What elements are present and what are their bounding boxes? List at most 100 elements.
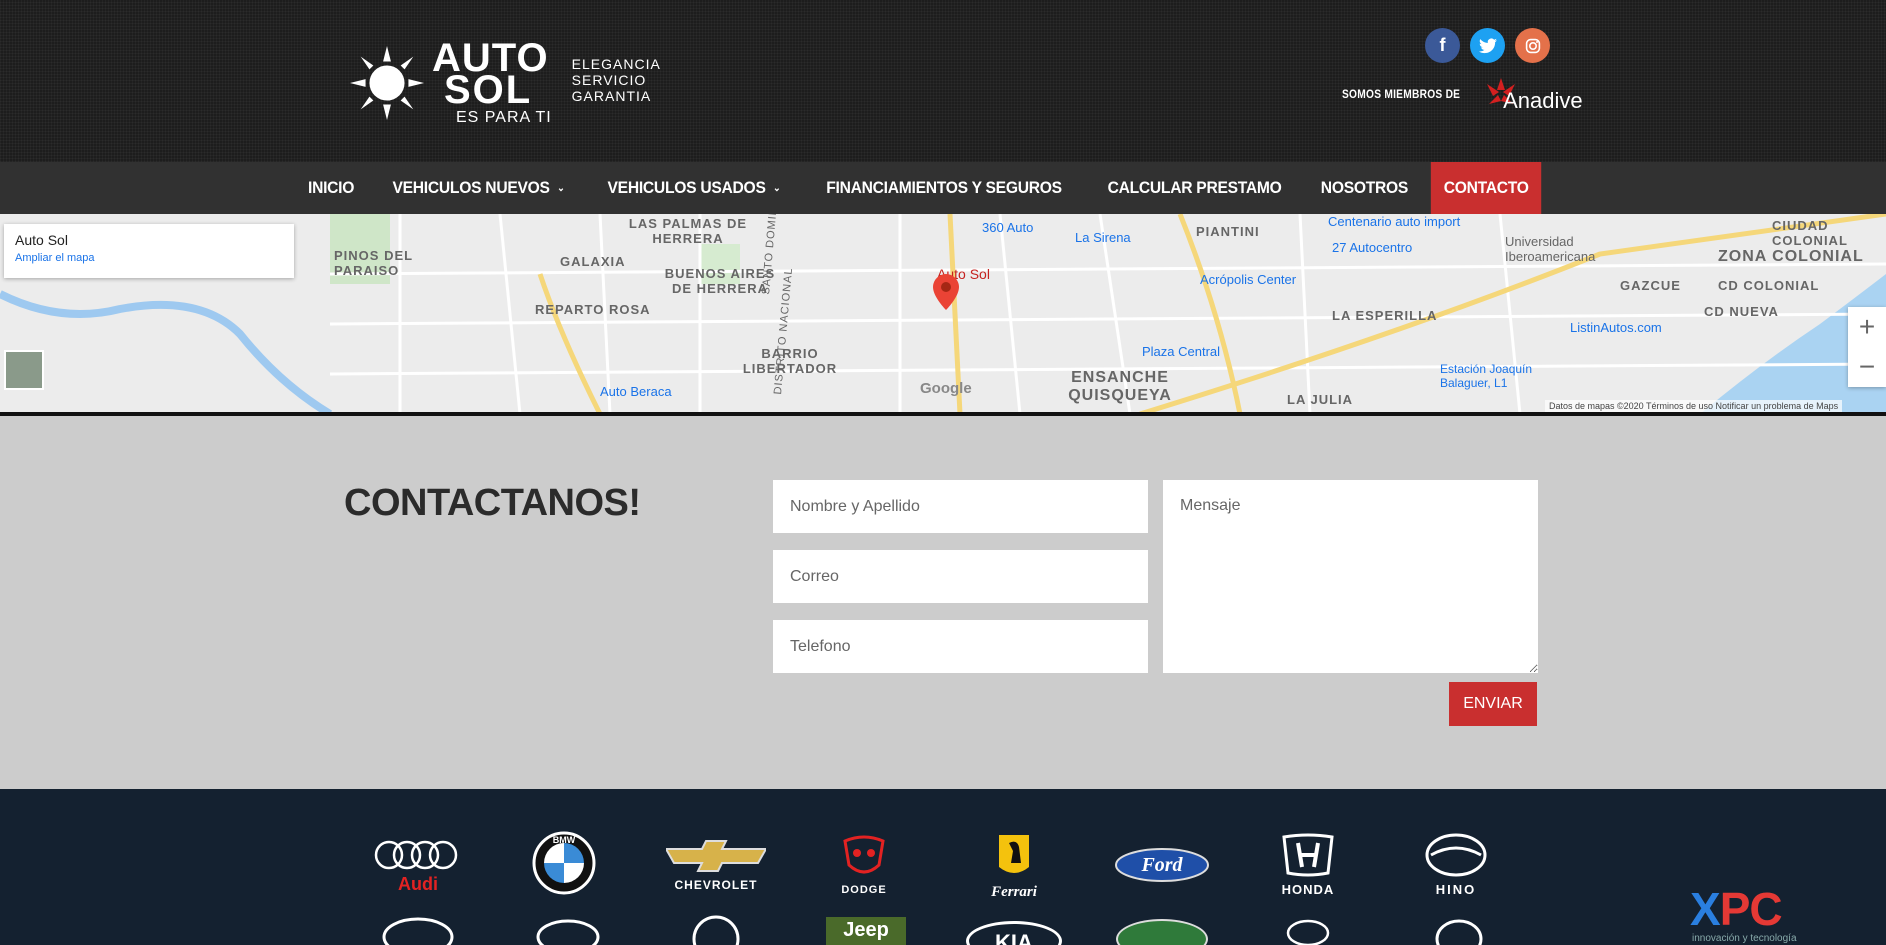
map-label: GAZCUE: [1620, 278, 1681, 293]
map-poi: Centenario auto import: [1328, 214, 1461, 229]
map-poi: Auto Beraca: [600, 384, 672, 399]
google-map[interactable]: BUENOS AIRES DE HERRERA GALAXIA REPARTO …: [0, 214, 1886, 414]
brand-wordmark: AUTO SOL ES PARA TI: [432, 38, 552, 127]
map-label: CD NUEVA: [1704, 304, 1779, 319]
map-label: CD COLONIAL: [1718, 278, 1820, 293]
submit-button[interactable]: ENVIAR: [1449, 682, 1537, 726]
hyundai-h-icon: [382, 917, 454, 945]
map-label: LA ESPERILLA: [1332, 308, 1438, 323]
members-text: SOMOS MIEMBROS DE: [1342, 87, 1461, 101]
ford-logo[interactable]: Ford: [1114, 847, 1210, 888]
nav-vehiculos-nuevos-label: VEHICULOS NUEVOS: [392, 178, 550, 197]
nav-nosotros[interactable]: NOSOTROS: [1308, 162, 1421, 214]
map-poi: Universidad Iberoamericana: [1505, 234, 1596, 264]
map-poi: 360 Auto: [982, 220, 1034, 235]
audi-rings-icon: [374, 840, 458, 870]
ford-name: Ford: [1141, 854, 1183, 876]
audi-name: Audi: [398, 874, 438, 894]
jeep-name: Jeep: [843, 919, 889, 941]
contact-title: CONTACTANOS!: [344, 482, 641, 524]
map-label: PINOS DEL PARAISO: [334, 248, 413, 278]
satellite-toggle[interactable]: [4, 350, 44, 390]
nav-vehiculos-usados[interactable]: VEHICULOS USADOS ⌄: [594, 162, 793, 214]
dodge-name: DODGE: [841, 884, 887, 896]
enlarge-map-link[interactable]: Ampliar el mapa: [15, 252, 283, 264]
map-poi: 27 Autocentro: [1332, 240, 1413, 255]
ferrari-horse-icon: [999, 835, 1029, 873]
lexus-l-icon: [1286, 919, 1330, 945]
chevrolet-bowtie-icon: [664, 840, 768, 872]
mazda-logo[interactable]: [1434, 915, 1484, 945]
zoom-out-button[interactable]: −: [1848, 347, 1886, 387]
anadive-name: Anadive: [1503, 88, 1583, 113]
nav-inicio[interactable]: INICIO: [296, 162, 368, 214]
kia-logo[interactable]: KIA: [966, 921, 1062, 945]
map-place-title: Auto Sol: [15, 232, 68, 248]
map-label: ENSANCHE QUISQUEYA: [1068, 369, 1172, 404]
name-input[interactable]: [773, 480, 1148, 533]
instagram-icon[interactable]: [1515, 28, 1550, 63]
brand-tagline: ELEGANCIA SERVICIO GARANTIA: [572, 56, 661, 104]
dodge-logo[interactable]: DODGE: [834, 835, 894, 896]
chevron-down-icon: ⌄: [772, 182, 781, 194]
nav-financiamientos-label: FINANCIAMIENTOS Y SEGUROS: [825, 178, 1062, 197]
honda-name: HONDA: [1281, 882, 1335, 897]
hyundai-logo[interactable]: [382, 917, 454, 945]
anadive-logo: Anadive: [1481, 74, 1583, 114]
honda-h-icon: [1282, 833, 1334, 877]
brand-line2: SOL: [444, 68, 533, 113]
nav-calcular-prestamo[interactable]: CALCULAR PRESTAMO: [1094, 162, 1294, 214]
nav-contacto[interactable]: CONTACTO: [1430, 162, 1542, 214]
email-input[interactable]: [773, 550, 1148, 603]
facebook-icon[interactable]: f: [1425, 28, 1460, 63]
jeep-logo[interactable]: Jeep: [826, 917, 906, 945]
infiniti-icon: [536, 919, 600, 945]
map-poi: Estación Joaquín Balaguer, L1: [1440, 362, 1533, 390]
zoom-in-button[interactable]: +: [1848, 307, 1886, 347]
brand-shield-icon: [692, 915, 740, 945]
brands-footer: Audi BMW CHEVROLET DODGE Ferrari Ford HO…: [0, 789, 1886, 945]
main-nav: INICIO VEHICULOS NUEVOS ⌄ VEHICULOS USADO…: [0, 162, 1886, 214]
site-header: AUTO SOL ES PARA TI ELEGANCIA SERVICIO G…: [0, 0, 1886, 162]
map-label: GALAXIA: [560, 254, 626, 269]
message-textarea[interactable]: [1163, 480, 1538, 673]
map-poi: Acrópolis Center: [1200, 272, 1297, 287]
dodge-ram-icon: [843, 835, 885, 874]
isuzu-logo[interactable]: [690, 913, 742, 945]
map-label: LAS PALMAS DE HERRERA: [628, 216, 748, 246]
map-pin[interactable]: Auto Sol: [933, 266, 990, 310]
map-divider: [0, 412, 1886, 416]
hino-h-icon: [1425, 833, 1487, 877]
map-poi: La Sirena: [1075, 230, 1131, 245]
xpc-logo[interactable]: XPC: [1690, 882, 1783, 936]
ferrari-logo[interactable]: Ferrari: [980, 833, 1048, 901]
map-poi: Plaza Central: [1142, 344, 1221, 359]
bmw-logo[interactable]: BMW: [532, 831, 596, 900]
land-rover-logo[interactable]: [1116, 919, 1208, 945]
map-footer: Datos de mapas ©2020 Términos de uso Not…: [1545, 400, 1843, 412]
audi-logo[interactable]: Audi: [372, 837, 464, 895]
auto-sol-logo[interactable]: AUTO SOL ES PARA TI ELEGANCIA SERVICIO G…: [348, 38, 661, 126]
map-label: PIANTINI: [1196, 224, 1260, 239]
map-label: REPARTO ROSA: [535, 302, 651, 317]
ferrari-name: Ferrari: [991, 884, 1037, 900]
social-links: f: [1425, 28, 1550, 63]
lexus-logo[interactable]: [1286, 919, 1330, 945]
anadive-membership[interactable]: SOMOS MIEMBROS DE Anadive: [1342, 74, 1583, 114]
map-poi: ListinAutos.com: [1570, 320, 1662, 335]
twitter-icon[interactable]: [1470, 28, 1505, 63]
bmw-name: BMW: [552, 835, 576, 845]
chevrolet-logo[interactable]: CHEVROLET: [664, 839, 768, 892]
nav-vehiculos-nuevos[interactable]: VEHICULOS NUEVOS ⌄: [379, 162, 577, 214]
infiniti-logo[interactable]: [536, 917, 600, 945]
map-label: ZONA COLONIAL: [1718, 248, 1864, 265]
nav-financiamientos[interactable]: FINANCIAMIENTOS Y SEGUROS: [813, 162, 1074, 214]
nav-calcular-prestamo-label: CALCULAR PRESTAMO: [1107, 178, 1282, 197]
brand-line3: ES PARA TI: [456, 109, 552, 127]
google-logo: Google: [920, 380, 972, 397]
phone-input[interactable]: [773, 620, 1148, 673]
chevrolet-name: CHEVROLET: [674, 878, 758, 892]
nav-inicio-label: INICIO: [308, 178, 355, 197]
honda-logo[interactable]: HONDA: [1268, 833, 1348, 897]
hino-logo[interactable]: HINO: [1420, 833, 1492, 897]
